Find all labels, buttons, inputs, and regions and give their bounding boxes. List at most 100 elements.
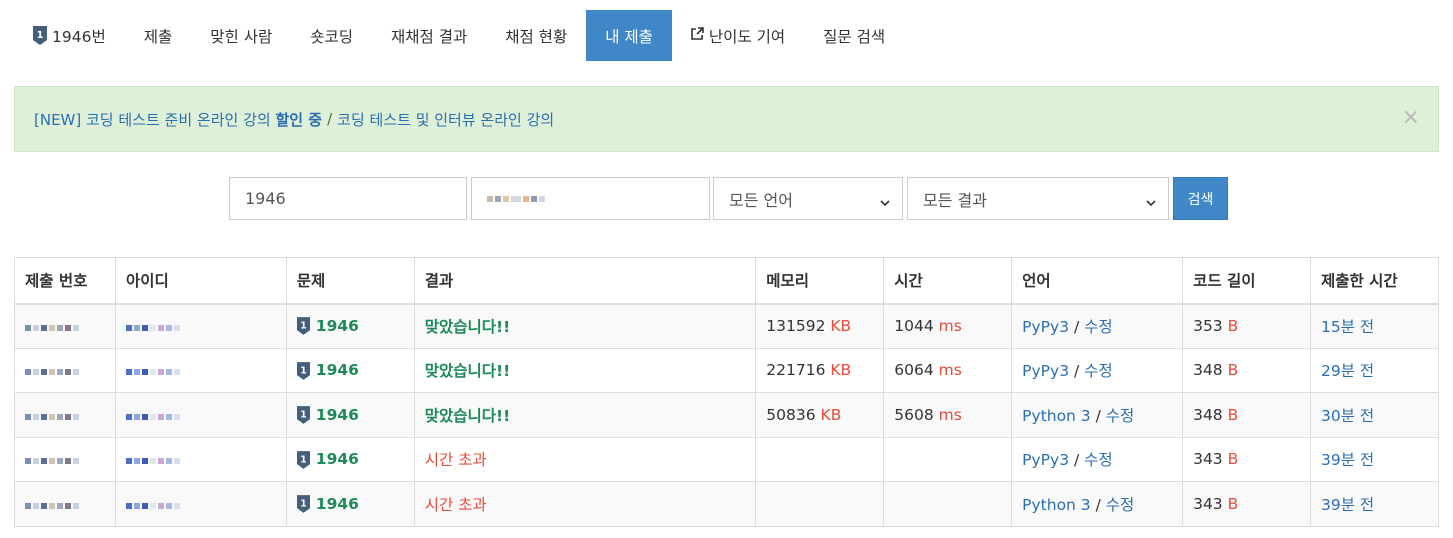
close-icon[interactable]: × [1402, 107, 1420, 129]
time-value: 6064 [894, 361, 934, 380]
result-status: 시간 초과 [424, 451, 487, 470]
language-select[interactable]: 모든 언어 [713, 177, 903, 220]
user-id-cell[interactable] [114, 436, 287, 482]
edit-link[interactable]: 수정 [1106, 496, 1135, 514]
time-cell: 5608 ms [883, 392, 1013, 438]
submitted-time-link[interactable]: 39분 전 [1321, 496, 1374, 514]
tab-short-coding[interactable]: 숏코딩 [291, 10, 372, 61]
code-length-cell: 343 B [1182, 436, 1311, 482]
edit-link[interactable]: 수정 [1084, 451, 1113, 469]
submission-id-cell[interactable] [14, 303, 116, 349]
code-length-unit: B [1227, 450, 1239, 469]
tab-label: 맞힌 사람 [210, 27, 273, 46]
submitted-time-link[interactable]: 29분 전 [1321, 362, 1374, 380]
promo-link-interview[interactable]: 코딩 테스트 및 인터뷰 온라인 강의 [337, 109, 554, 130]
user-id-cell[interactable] [114, 392, 287, 438]
column-header: 문제 [285, 257, 415, 305]
memory-unit: KB [820, 405, 842, 424]
language-cell: Python 3 / 수정 [1011, 392, 1184, 438]
submitted-time-cell: 15분 전 [1309, 303, 1440, 349]
submitted-time-cell: 39분 전 [1309, 436, 1440, 482]
code-length-unit: B [1227, 494, 1239, 513]
language-link[interactable]: PyPy3 [1022, 451, 1069, 469]
tier-badge-icon: 1 [296, 361, 310, 380]
redacted-submission-id [25, 413, 79, 420]
table-row: 1 1946 시간 초과 PyPy3 / 수정 343 B 39분 전 [14, 436, 1440, 482]
redacted-user-id [125, 369, 180, 376]
promo-link-course[interactable]: [NEW] 코딩 테스트 준비 온라인 강의 할인 중 [34, 109, 322, 130]
tab-rejudge[interactable]: 재채점 결과 [372, 10, 486, 61]
problem-link[interactable]: 1946 [316, 495, 359, 513]
column-header: 제출한 시간 [1309, 257, 1440, 305]
column-header: 제출 번호 [14, 257, 116, 305]
promo-text: [NEW] 코딩 테스트 준비 온라인 강의 [34, 110, 271, 129]
edit-link[interactable]: 수정 [1106, 407, 1135, 425]
language-link[interactable]: Python 3 [1022, 407, 1091, 425]
problem-link[interactable]: 1946 [316, 406, 359, 424]
memory-unit: KB [830, 317, 852, 335]
edit-link[interactable]: 수정 [1084, 362, 1113, 380]
time-value: 1044 [894, 317, 934, 335]
search-button[interactable]: 검색 [1173, 177, 1228, 220]
result-select[interactable]: 모든 결과 [907, 177, 1169, 220]
user-id-cell[interactable] [114, 481, 287, 527]
problem-cell[interactable]: 1 1946 [285, 392, 415, 438]
submitted-time-link[interactable]: 30분 전 [1321, 407, 1374, 425]
tab-problem[interactable]: 1 1946번 [14, 10, 125, 61]
svg-text:1: 1 [300, 498, 306, 509]
tab-status[interactable]: 채점 현황 [486, 10, 586, 61]
result-select-value: 모든 결과 [923, 190, 987, 210]
submission-id-cell[interactable] [14, 481, 116, 527]
code-length-unit: B [1227, 317, 1239, 335]
user-id-cell[interactable] [114, 347, 287, 393]
problem-link[interactable]: 1946 [316, 450, 359, 468]
code-length-value: 343 [1193, 494, 1223, 513]
code-length-cell: 348 B [1182, 347, 1311, 393]
tab-my-submissions[interactable]: 내 제출 [586, 10, 672, 61]
submitted-time-link[interactable]: 39분 전 [1321, 451, 1374, 469]
table-row: 1 1946 맞았습니다!! 50836 KB 5608 ms Python 3 / 수정… [14, 392, 1440, 438]
language-link[interactable]: Python 3 [1022, 496, 1091, 514]
code-length-cell: 343 B [1182, 481, 1311, 527]
column-header: 코드 길이 [1182, 257, 1311, 305]
problem-link[interactable]: 1946 [316, 317, 359, 335]
submitted-time-link[interactable]: 15분 전 [1321, 318, 1374, 336]
result-status: 맞았습니다!! [424, 362, 511, 381]
problem-cell[interactable]: 1 1946 [285, 347, 415, 393]
problem-cell[interactable]: 1 1946 [285, 481, 415, 527]
redacted-submission-id [25, 458, 79, 465]
result-cell: 맞았습니다!! [413, 392, 757, 438]
language-link[interactable]: PyPy3 [1022, 318, 1069, 336]
user-id-cell[interactable] [114, 303, 287, 349]
tab-question-search[interactable]: 질문 검색 [804, 10, 904, 61]
language-cell: PyPy3 / 수정 [1011, 347, 1184, 393]
edit-link[interactable]: 수정 [1084, 318, 1113, 336]
redacted-user-id [125, 502, 180, 509]
column-header: 결과 [413, 257, 757, 305]
code-length-cell: 353 B [1182, 303, 1311, 349]
tab-solved-users[interactable]: 맞힌 사람 [191, 10, 291, 61]
problem-cell[interactable]: 1 1946 [285, 303, 415, 349]
time-unit: ms [938, 317, 962, 335]
tab-submit[interactable]: 제출 [125, 10, 192, 61]
submission-id-cell[interactable] [14, 436, 116, 482]
result-cell: 시간 초과 [413, 481, 757, 527]
tier-badge-icon: 1 [296, 450, 310, 469]
redacted-user-id [487, 195, 545, 202]
promo-alert: [NEW] 코딩 테스트 준비 온라인 강의 할인 중 / 코딩 테스트 및 인… [14, 86, 1439, 152]
problem-link[interactable]: 1946 [316, 361, 359, 379]
redacted-submission-id [25, 325, 79, 331]
user-id-input[interactable] [471, 177, 710, 220]
submission-id-cell[interactable] [14, 392, 116, 438]
redacted-submission-id [25, 369, 79, 376]
language-link[interactable]: PyPy3 [1022, 362, 1069, 380]
time-unit: ms [938, 405, 962, 424]
time-cell [883, 481, 1013, 527]
tab-difficulty-contribution[interactable]: 난이도 기여 [672, 10, 804, 61]
submission-table: 제출 번호 아이디 문제 결과 메모리 시간 언어 코드 길이 제출한 시간 1… [14, 257, 1440, 527]
code-length-value: 348 [1193, 361, 1223, 380]
language-cell: Python 3 / 수정 [1011, 481, 1184, 527]
problem-id-input[interactable]: 1946 [229, 177, 467, 220]
problem-cell[interactable]: 1 1946 [285, 436, 415, 482]
submission-id-cell[interactable] [14, 347, 116, 393]
